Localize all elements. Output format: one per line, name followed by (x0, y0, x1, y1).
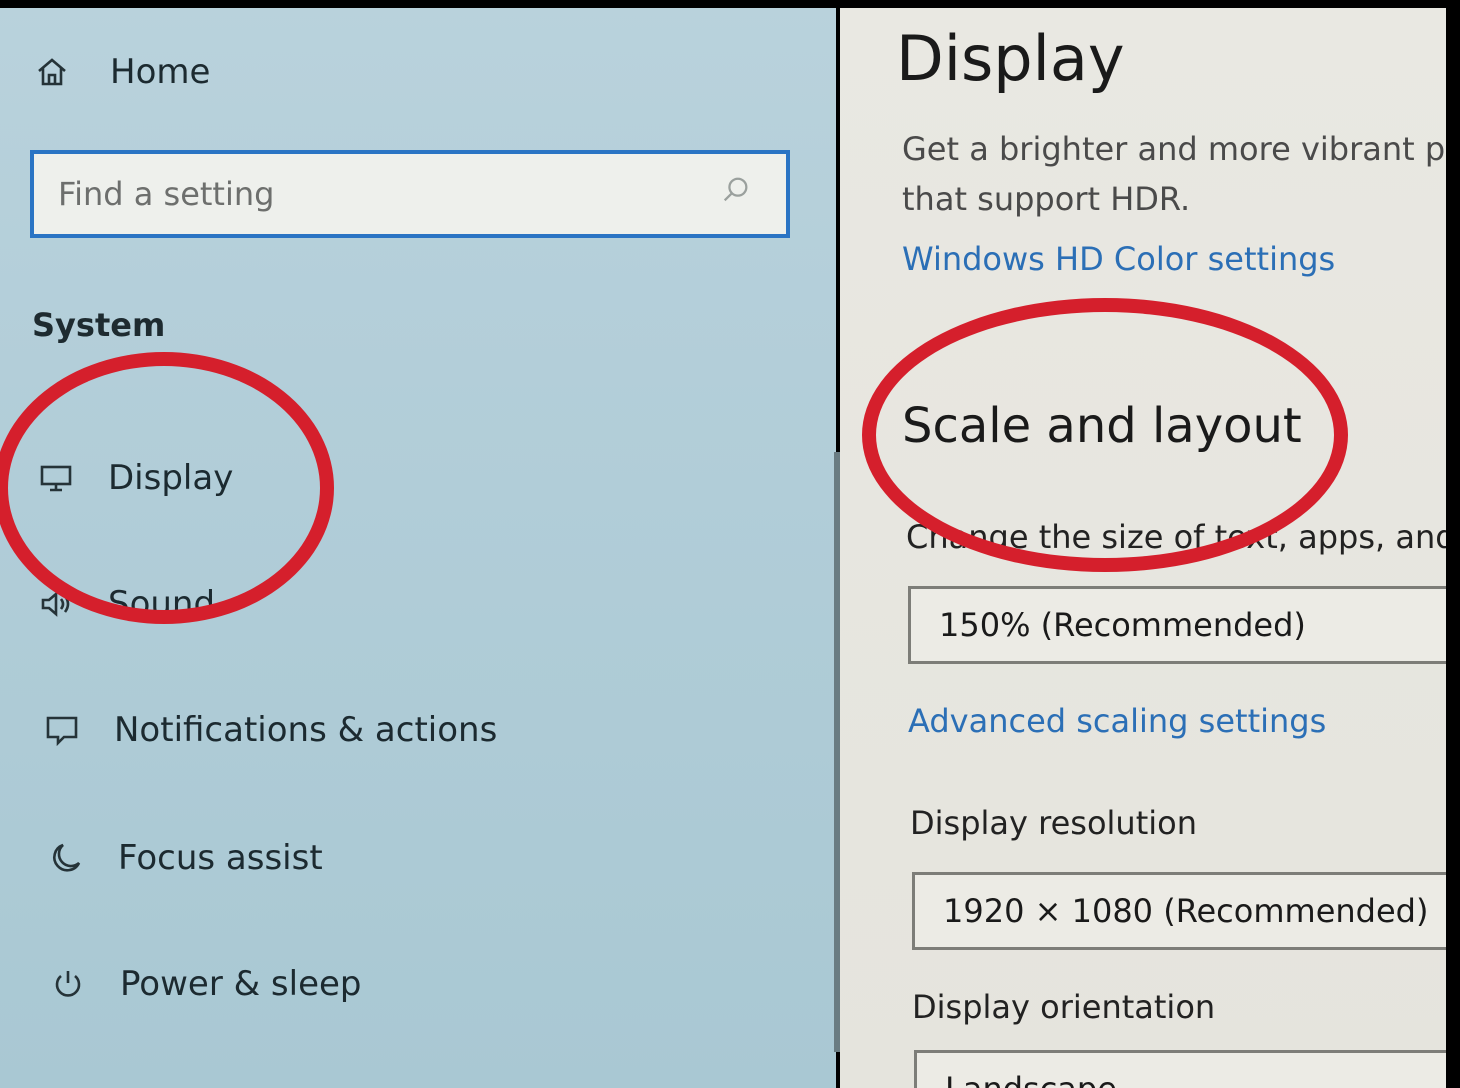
resolution-dropdown-value: 1920 × 1080 (Recommended) (943, 892, 1429, 930)
advanced-scaling-link[interactable]: Advanced scaling settings (908, 702, 1326, 740)
search-input[interactable] (34, 153, 720, 235)
sidebar-item-home[interactable]: Home (30, 50, 210, 94)
windows-hd-color-link[interactable]: Windows HD Color settings (902, 240, 1335, 278)
screen-border-right (1446, 0, 1460, 1088)
scale-dropdown-value: 150% (Recommended) (939, 606, 1306, 644)
sidebar-item-label: Notifications & actions (114, 710, 498, 750)
annotation-circle-scale (862, 298, 1348, 572)
power-icon (46, 962, 90, 1006)
sidebar-item-power-sleep[interactable]: Power & sleep (46, 962, 362, 1006)
settings-window: Home System Display Sound Notifica (0, 0, 1448, 1088)
orientation-label: Display orientation (912, 988, 1216, 1026)
orientation-dropdown[interactable]: Landscape (914, 1050, 1448, 1088)
scale-dropdown[interactable]: 150% (Recommended) (908, 586, 1448, 664)
sidebar-item-label: Power & sleep (120, 964, 362, 1004)
orientation-dropdown-value: Landscape (945, 1070, 1117, 1088)
resolution-label: Display resolution (910, 804, 1197, 842)
search-box[interactable] (30, 150, 790, 238)
moon-icon (44, 836, 88, 880)
sidebar-item-focus-assist[interactable]: Focus assist (44, 836, 323, 880)
sidebar-item-label: Focus assist (118, 838, 323, 878)
search-icon[interactable] (720, 174, 760, 214)
resolution-dropdown[interactable]: 1920 × 1080 (Recommended) (912, 872, 1448, 950)
hdr-description-line: Get a brighter and more vibrant p (902, 130, 1446, 168)
notification-icon (40, 708, 84, 752)
sidebar-item-label: Home (110, 52, 211, 92)
page-title: Display (896, 22, 1125, 95)
hdr-description-line: that support HDR. (902, 180, 1191, 218)
screen-border-top (0, 0, 1460, 8)
section-label-system: System (32, 306, 166, 344)
annotation-circle-display (0, 352, 334, 624)
sidebar-item-notifications[interactable]: Notifications & actions (40, 708, 497, 752)
hdr-description: Get a brighter and more vibrant p that s… (902, 124, 1448, 224)
home-icon (30, 50, 74, 94)
